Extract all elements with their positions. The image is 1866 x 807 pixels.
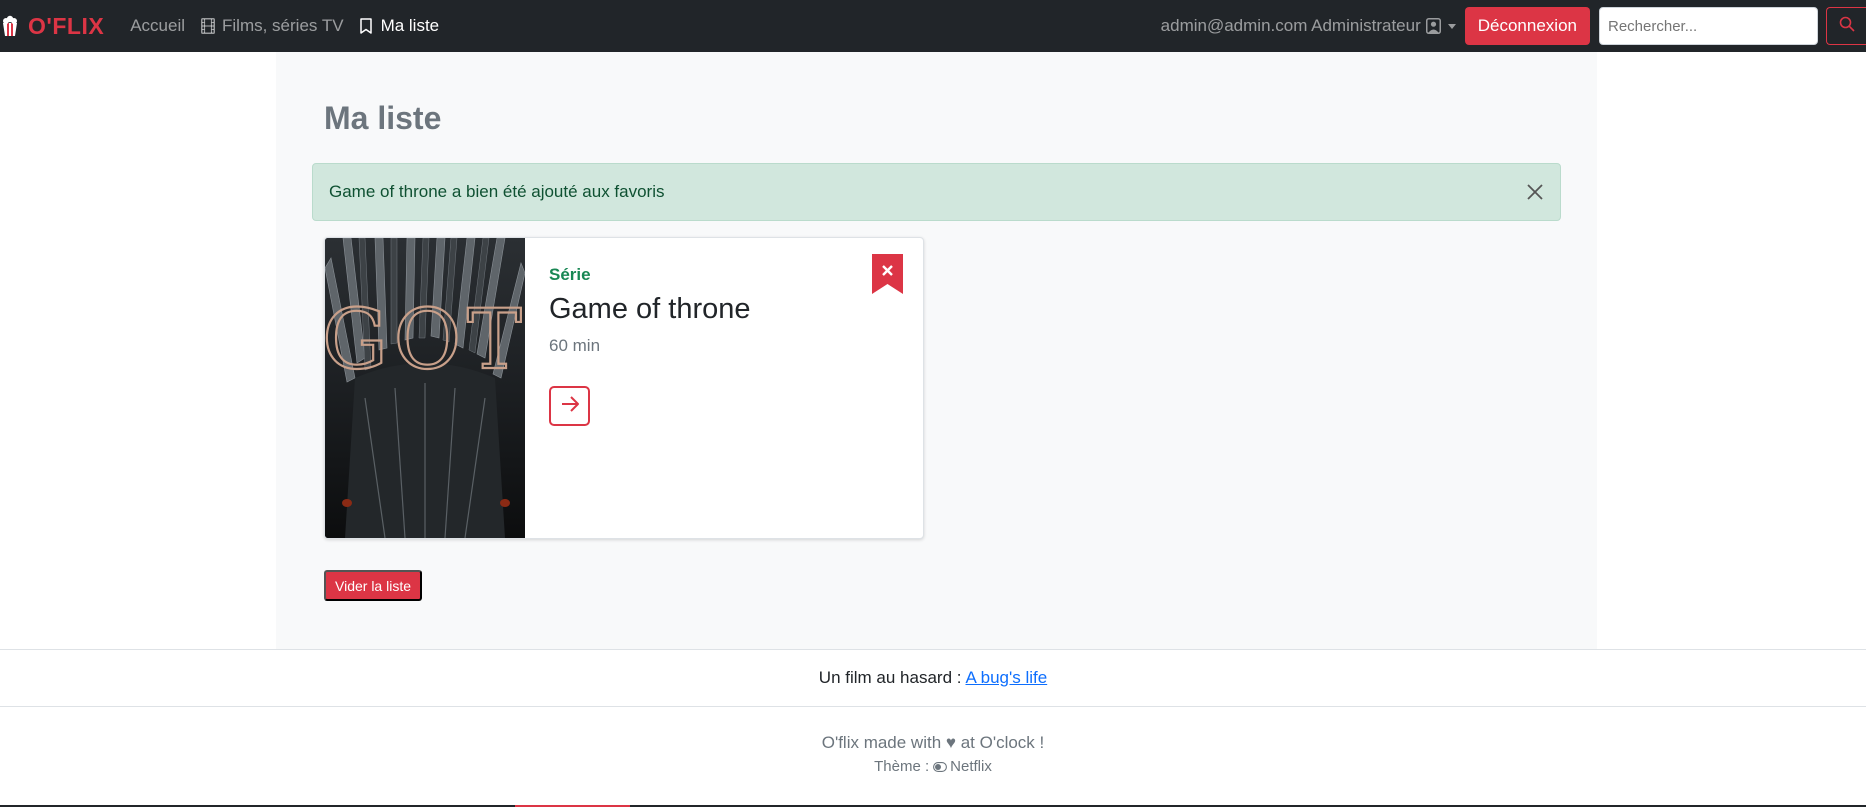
brand-name: O'FLIX xyxy=(28,12,105,39)
top-navbar: O'FLIX Accueil Films, séries TV Ma liste… xyxy=(0,0,1866,52)
film-icon xyxy=(201,17,217,35)
arrow-right-icon xyxy=(559,393,581,420)
nav-accueil[interactable]: Accueil xyxy=(130,16,185,36)
remove-favorite-button[interactable] xyxy=(872,254,903,294)
random-movie-prefix: Un film au hasard : xyxy=(818,668,962,687)
favorite-card: GOT Série Game of throne 60 min xyxy=(324,237,924,539)
search-button[interactable] xyxy=(1826,7,1866,45)
random-movie-bar: Un film au hasard : A bug's life xyxy=(0,649,1866,707)
page-title: Ma liste xyxy=(324,100,442,136)
nav-accueil-label: Accueil xyxy=(130,16,186,35)
nav-ma-liste-label: Ma liste xyxy=(380,16,440,35)
clear-list-button[interactable]: Vider la liste xyxy=(324,570,423,601)
user-label: admin@admin.com Administrateur xyxy=(1160,16,1421,35)
main-nav: Accueil Films, séries TV Ma liste xyxy=(130,16,455,36)
theme-prefix: Thème : xyxy=(874,758,930,775)
toggle-icon[interactable] xyxy=(933,761,948,772)
close-icon[interactable] xyxy=(1524,181,1546,203)
card-title: Game of throne xyxy=(549,293,751,325)
logout-button[interactable]: Déconnexion xyxy=(1464,7,1590,45)
success-alert: Game of throne a bien été ajouté aux fav… xyxy=(312,163,1561,221)
person-square-icon xyxy=(1425,18,1442,35)
poster-image: GOT xyxy=(325,238,525,538)
chevron-down-icon xyxy=(1447,23,1456,29)
nav-ma-liste[interactable]: Ma liste xyxy=(359,16,440,36)
random-movie-link[interactable]: A bug's life xyxy=(965,668,1047,688)
user-dropdown[interactable]: admin@admin.com Administrateur xyxy=(1161,16,1465,36)
search-input[interactable] xyxy=(1599,7,1818,45)
brand-logo[interactable]: O'FLIX xyxy=(0,0,104,52)
card-type: Série xyxy=(549,265,591,284)
search-icon xyxy=(1839,16,1855,37)
bookmark-icon xyxy=(359,17,376,35)
poster-title-text: GOT xyxy=(325,293,525,388)
nav-films-series[interactable]: Films, séries TV xyxy=(201,16,344,36)
nav-films-label: Films, séries TV xyxy=(222,16,344,35)
footer-credits: O'flix made with ♥ at O'clock ! xyxy=(821,733,1045,752)
navbar-right: admin@admin.com Administrateur Déconnexi… xyxy=(1161,0,1866,52)
theme-switcher: Thème : Netflix xyxy=(0,758,1866,775)
open-show-button[interactable] xyxy=(549,386,590,426)
main-content: Ma liste Game of throne a bien été ajout… xyxy=(276,52,1597,649)
card-body: Série Game of throne 60 min xyxy=(549,238,923,538)
card-duration: 60 min xyxy=(549,336,601,355)
theme-name[interactable]: Netflix xyxy=(950,758,992,775)
popcorn-icon xyxy=(0,13,20,39)
alert-message: Game of throne a bien été ajouté aux fav… xyxy=(329,182,665,201)
